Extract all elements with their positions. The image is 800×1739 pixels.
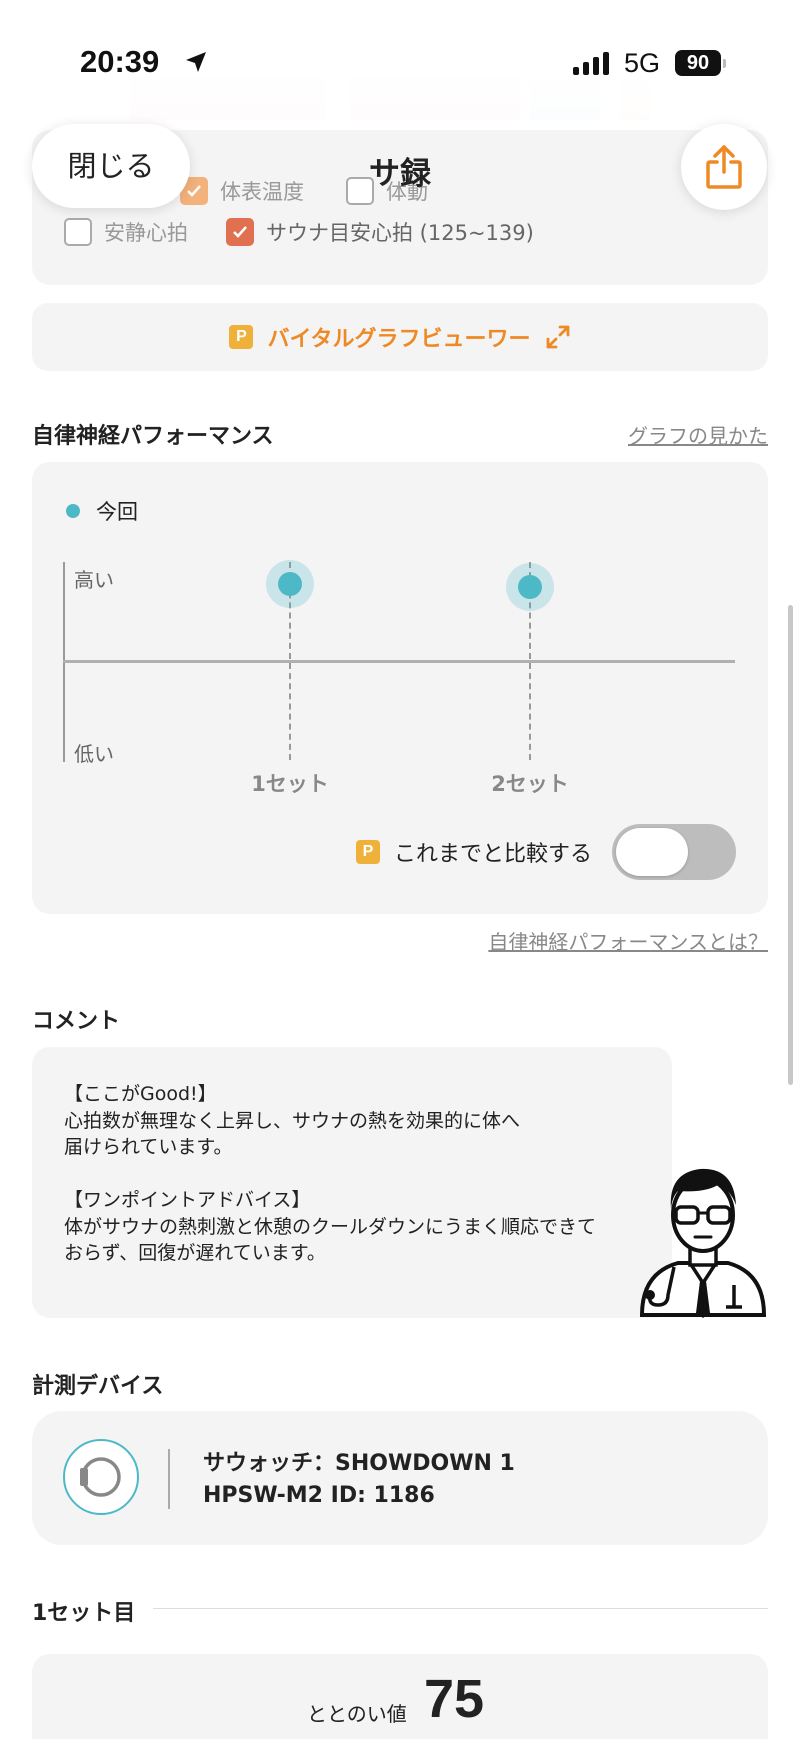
- data-point[interactable]: [518, 574, 542, 599]
- divider: [168, 1449, 170, 1509]
- compare-toggle[interactable]: [612, 824, 737, 880]
- share-button[interactable]: [681, 124, 767, 210]
- section-title-device: 計測デバイス: [32, 1374, 164, 1399]
- comment-text: 【ここがGood!】 心拍数が無理なく上昇し、サウナの熱を効果的に体へ 届けられ…: [64, 1083, 597, 1264]
- scrollbar[interactable]: [788, 605, 793, 1085]
- toggle-knob: [616, 828, 689, 876]
- compare-row: P これまでと比較する: [356, 824, 737, 880]
- x-tick-label: 1セット: [251, 772, 329, 796]
- ans-about-link[interactable]: 自律神経パフォーマンスとは？: [488, 926, 768, 955]
- set-heading: 1セット目: [32, 1595, 154, 1627]
- section-title-comment: コメント: [32, 1009, 121, 1034]
- expand-icon: [546, 325, 569, 349]
- legend-item-sauna-target-hr[interactable]: サウナ目安心拍 (125~139): [226, 217, 534, 247]
- network-type: 5G: [624, 48, 661, 78]
- compare-label: これまでと比較する: [394, 842, 593, 867]
- viewer-label: バイタルグラフビューワー: [267, 327, 531, 352]
- graph-guide-link[interactable]: グラフの見かた: [628, 420, 768, 449]
- battery-tip: [723, 59, 726, 68]
- device-name: サウォッチ：SHOWDOWN 1: [203, 1451, 515, 1476]
- data-point[interactable]: [278, 571, 302, 596]
- device-model-id: HPSW-M2 ID: 1186: [203, 1483, 435, 1508]
- ans-chart-card: 今回 高い 低い 1セット 2セット P これまでと比較する: [32, 462, 768, 914]
- share-icon: [706, 145, 742, 189]
- checkbox-checked[interactable]: [226, 218, 254, 246]
- legend-label-current: 今回: [96, 500, 138, 524]
- top-nav: 閉じる サ録: [0, 120, 800, 220]
- doctor-avatar-icon: [639, 1168, 767, 1318]
- comment-card: 【ここがGood!】 心拍数が無理なく上昇し、サウナの熱を効果的に体へ 届けられ…: [32, 1047, 672, 1318]
- y-label-high: 高い: [74, 568, 114, 592]
- premium-badge: P: [229, 325, 254, 349]
- baseline: [63, 660, 735, 663]
- checkbox[interactable]: [64, 218, 92, 246]
- score-label: ととのい値: [307, 1702, 407, 1726]
- score-value: 75: [424, 1669, 485, 1729]
- watch-icon: [63, 1439, 139, 1515]
- legend-item-resting-hr[interactable]: 安静心拍: [64, 217, 188, 247]
- legend-dot-current: [66, 504, 80, 518]
- premium-badge: P: [356, 840, 380, 864]
- vital-graph-viewer-button[interactable]: P バイタルグラフビューワー: [32, 303, 768, 371]
- status-bar: 20:39 5G 90: [0, 0, 800, 120]
- score-card: ととのい値 75: [32, 1654, 768, 1739]
- divider: [150, 1608, 768, 1609]
- location-arrow-icon: [186, 52, 206, 72]
- section-title-ans: 自律神経パフォーマンス: [32, 424, 274, 449]
- cellular-signal-icon: [573, 52, 609, 75]
- page-title: サ録: [369, 156, 431, 192]
- battery-icon: 90: [675, 50, 721, 76]
- y-label-low: 低い: [74, 742, 114, 766]
- device-card: サウォッチ：SHOWDOWN 1 HPSW-M2 ID: 1186: [32, 1411, 768, 1545]
- x-tick-label: 2セット: [491, 772, 569, 796]
- clock: 20:39: [80, 44, 160, 79]
